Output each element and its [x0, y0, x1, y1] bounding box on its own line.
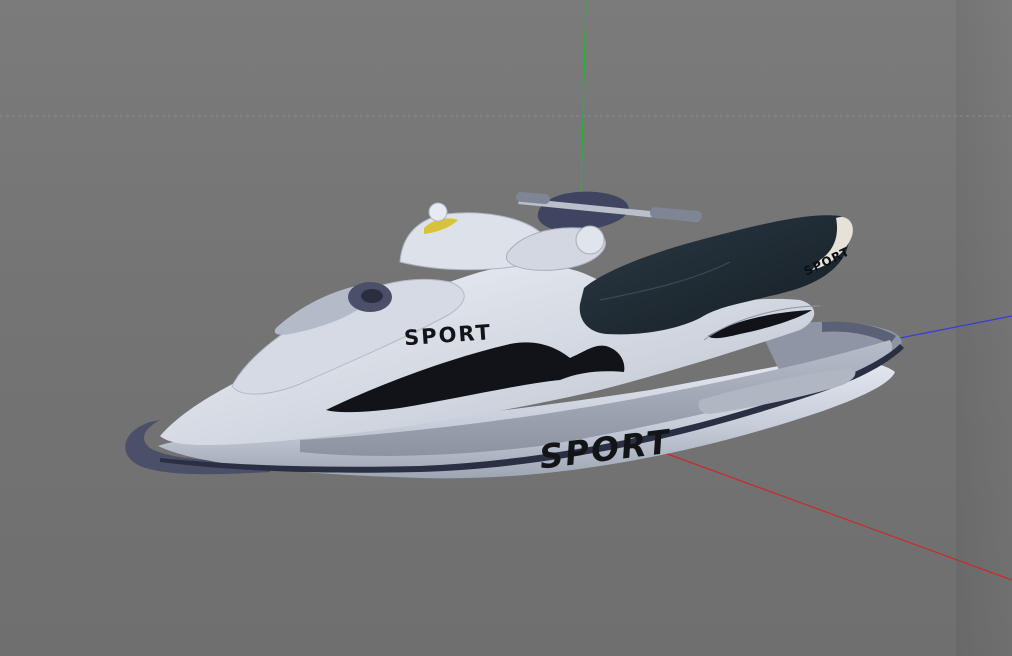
- jet-ski-model[interactable]: SPORT SPORT SPORT: [125, 191, 904, 479]
- 3d-viewport[interactable]: SPORT SPORT SPORT: [0, 0, 1012, 656]
- handlebar[interactable]: [516, 191, 703, 232]
- gauge-display: [361, 289, 383, 303]
- z-axis-line: [899, 315, 1012, 339]
- viewport-scene[interactable]: SPORT SPORT SPORT: [0, 0, 1012, 656]
- mirror-right: [575, 225, 605, 255]
- x-axis-line: [661, 451, 1012, 581]
- mirror-left: [428, 202, 448, 222]
- grip-right: [649, 207, 702, 222]
